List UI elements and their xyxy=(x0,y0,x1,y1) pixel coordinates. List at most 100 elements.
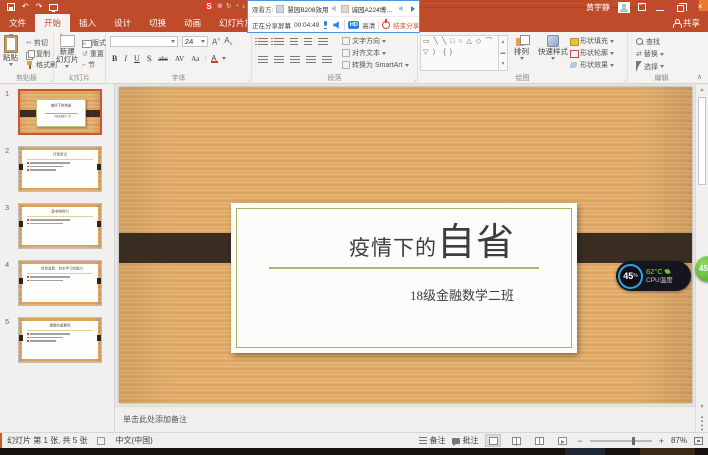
cut-button[interactable]: ✂剪切 xyxy=(26,38,48,48)
shape-effects-button[interactable]: 形状效果 xyxy=(570,60,614,70)
end-share-button[interactable]: 结束分享 xyxy=(393,20,419,30)
scroll-down-icon[interactable]: ▼ xyxy=(696,404,708,410)
shape-glyph-3[interactable]: □ xyxy=(450,37,454,47)
text-direction-button[interactable]: 文字方向 xyxy=(342,36,386,46)
minimize-button[interactable] xyxy=(654,4,666,11)
reading-view-button[interactable] xyxy=(531,434,547,447)
viewer1-name[interactable]: 慧园B208效用 xyxy=(287,4,328,14)
app-tool-icon-2[interactable]: ◔ xyxy=(235,2,239,12)
comments-toggle[interactable]: 批注 xyxy=(452,435,478,446)
layout-button[interactable]: 版式 xyxy=(82,38,106,48)
ribbon-tab-3[interactable]: 设计 xyxy=(105,14,140,32)
reset-button[interactable]: ↺重置 xyxy=(82,49,104,59)
shape-outline-button[interactable]: 形状轮廓 xyxy=(570,48,614,58)
slide-thumbnail-5[interactable]: 健康的重要性 xyxy=(18,317,102,363)
grow-font-button[interactable]: A˄ xyxy=(212,37,220,47)
shape-glyph-7[interactable]: ⌒ xyxy=(485,37,492,47)
shapes-gallery[interactable]: ▭╲╲□○△◇⌒▽〉{} ▲▬▼ xyxy=(420,35,508,71)
zoom-slider[interactable] xyxy=(590,440,652,442)
clipboard-dialog-launcher[interactable]: ⌟ xyxy=(49,76,52,83)
next-slide-button[interactable]: ▼▼ xyxy=(696,424,708,431)
slide-title[interactable]: 疫情下的自省 xyxy=(259,211,605,266)
slide-subtitle[interactable]: 18级金融数学二班 xyxy=(289,285,635,304)
notes-pane[interactable]: 单击此处添加备注 xyxy=(115,406,695,432)
slide-thumbnail-3[interactable]: 是非辨别力 xyxy=(18,203,102,249)
shape-glyph-4[interactable]: ○ xyxy=(458,37,462,47)
redo-icon[interactable]: ↷ xyxy=(36,2,43,12)
quick-styles-button[interactable]: 快速样式 xyxy=(538,35,568,60)
zoom-in-button[interactable]: + xyxy=(659,436,664,446)
previous-slide-button[interactable]: ▲▲ xyxy=(696,415,708,422)
close-button[interactable]: × xyxy=(694,0,706,14)
underline-button[interactable]: U xyxy=(132,54,142,63)
align-right-icon[interactable] xyxy=(290,56,300,65)
font-color-button[interactable]: A xyxy=(209,54,218,63)
character-spacing-button[interactable]: AV xyxy=(173,55,186,63)
section-button[interactable]: ⌐节 xyxy=(82,60,95,70)
shape-glyph-0[interactable]: ▭ xyxy=(423,37,430,47)
restore-button[interactable] xyxy=(674,2,686,12)
slide-canvas[interactable]: 疫情下的自省 18级金融数学二班 xyxy=(119,87,692,403)
hd-quality-label[interactable]: 高清 xyxy=(362,20,375,30)
app-tool-icon-0[interactable]: ⊕ xyxy=(217,2,223,12)
slide-thumbnail-4[interactable]: 自我监督、自主学习的能力 xyxy=(18,260,102,306)
decrease-indent-icon[interactable] xyxy=(290,38,298,47)
shape-fill-button[interactable]: 形状填充 xyxy=(570,36,614,46)
columns-icon[interactable] xyxy=(322,56,332,65)
paste-button[interactable]: 粘贴 xyxy=(3,35,18,66)
viewer2-thumbnail[interactable] xyxy=(341,5,349,13)
shape-glyph-2[interactable]: ╲ xyxy=(442,37,446,47)
arrange-button[interactable]: 排列 xyxy=(514,35,529,60)
notes-toggle[interactable]: 备注 xyxy=(419,435,445,446)
app-tool-icon-3[interactable]: ♪ xyxy=(242,2,246,12)
increase-indent-icon[interactable] xyxy=(304,38,312,47)
align-text-button[interactable]: 对齐文本 xyxy=(342,48,386,58)
share-button[interactable]: 共享 xyxy=(673,14,700,32)
microphone-icon[interactable] xyxy=(324,21,328,29)
ribbon-tab-0[interactable]: 文件 xyxy=(0,14,35,32)
slide-thumbnail-1[interactable]: 疫情下的自省18级金融数学二班 xyxy=(18,89,102,135)
save-icon[interactable] xyxy=(7,3,15,11)
zoom-out-button[interactable]: − xyxy=(577,436,582,446)
shape-glyph-9[interactable]: 〉 xyxy=(432,48,439,58)
speaker-icon[interactable] xyxy=(333,21,341,29)
font-dialog-launcher[interactable]: ⌟ xyxy=(247,76,250,83)
bold-button[interactable]: B xyxy=(110,54,119,63)
ribbon-tab-1[interactable]: 开始 xyxy=(35,14,70,32)
ribbon-tab-5[interactable]: 动画 xyxy=(175,14,210,32)
sharing-app-logo[interactable]: S xyxy=(204,2,214,12)
undo-icon[interactable]: ↶ xyxy=(22,2,29,12)
find-button[interactable]: 查找 xyxy=(636,37,660,47)
select-button[interactable]: 选择 xyxy=(636,61,664,72)
collapse-ribbon-icon[interactable]: ∧ xyxy=(697,73,702,81)
slideshow-view-button[interactable] xyxy=(554,434,570,447)
paragraph-dialog-launcher[interactable]: ⌟ xyxy=(413,76,416,83)
start-slideshow-icon[interactable] xyxy=(49,4,58,11)
avatar[interactable] xyxy=(618,2,630,13)
title-card[interactable]: 疫情下的自省 18级金融数学二班 xyxy=(231,203,577,353)
shrink-font-button[interactable]: A˅ xyxy=(224,36,232,48)
font-name-combobox[interactable] xyxy=(110,36,178,47)
cpu-monitor-widget[interactable]: 45% 62°C CPU温度 xyxy=(616,261,691,291)
fit-to-window-icon[interactable] xyxy=(694,437,703,445)
viewer2-name[interactable]: 诚园A224博见童.. xyxy=(352,4,396,14)
expand-viewers-icon[interactable] xyxy=(411,6,415,12)
replace-button[interactable]: ⇄替换 xyxy=(636,49,664,59)
shape-glyph-6[interactable]: ◇ xyxy=(476,37,481,47)
scroll-up-icon[interactable]: ▲ xyxy=(696,87,708,93)
zoom-slider-thumb[interactable] xyxy=(632,437,635,445)
convert-smartart-button[interactable]: 转换为 SmartArt xyxy=(342,60,409,70)
format-painter-button[interactable]: 格式刷 xyxy=(26,60,57,70)
shape-glyph-11[interactable]: } xyxy=(450,48,452,58)
scrollbar-thumb[interactable] xyxy=(698,97,706,185)
shape-glyph-5[interactable]: △ xyxy=(467,37,472,47)
app-tool-icon-1[interactable]: ↻ xyxy=(226,2,232,12)
zoom-percentage[interactable]: 87% xyxy=(671,436,687,445)
accessibility-icon[interactable] xyxy=(97,437,105,445)
slide-sorter-view-button[interactable] xyxy=(508,434,524,447)
shapes-gallery-scrollbar[interactable]: ▲▬▼ xyxy=(498,36,507,70)
justify-icon[interactable] xyxy=(306,56,316,65)
bullets-icon[interactable] xyxy=(258,38,268,47)
new-slide-button[interactable]: 新建幻灯片 xyxy=(56,35,79,68)
ribbon-display-options-icon[interactable] xyxy=(638,3,646,11)
